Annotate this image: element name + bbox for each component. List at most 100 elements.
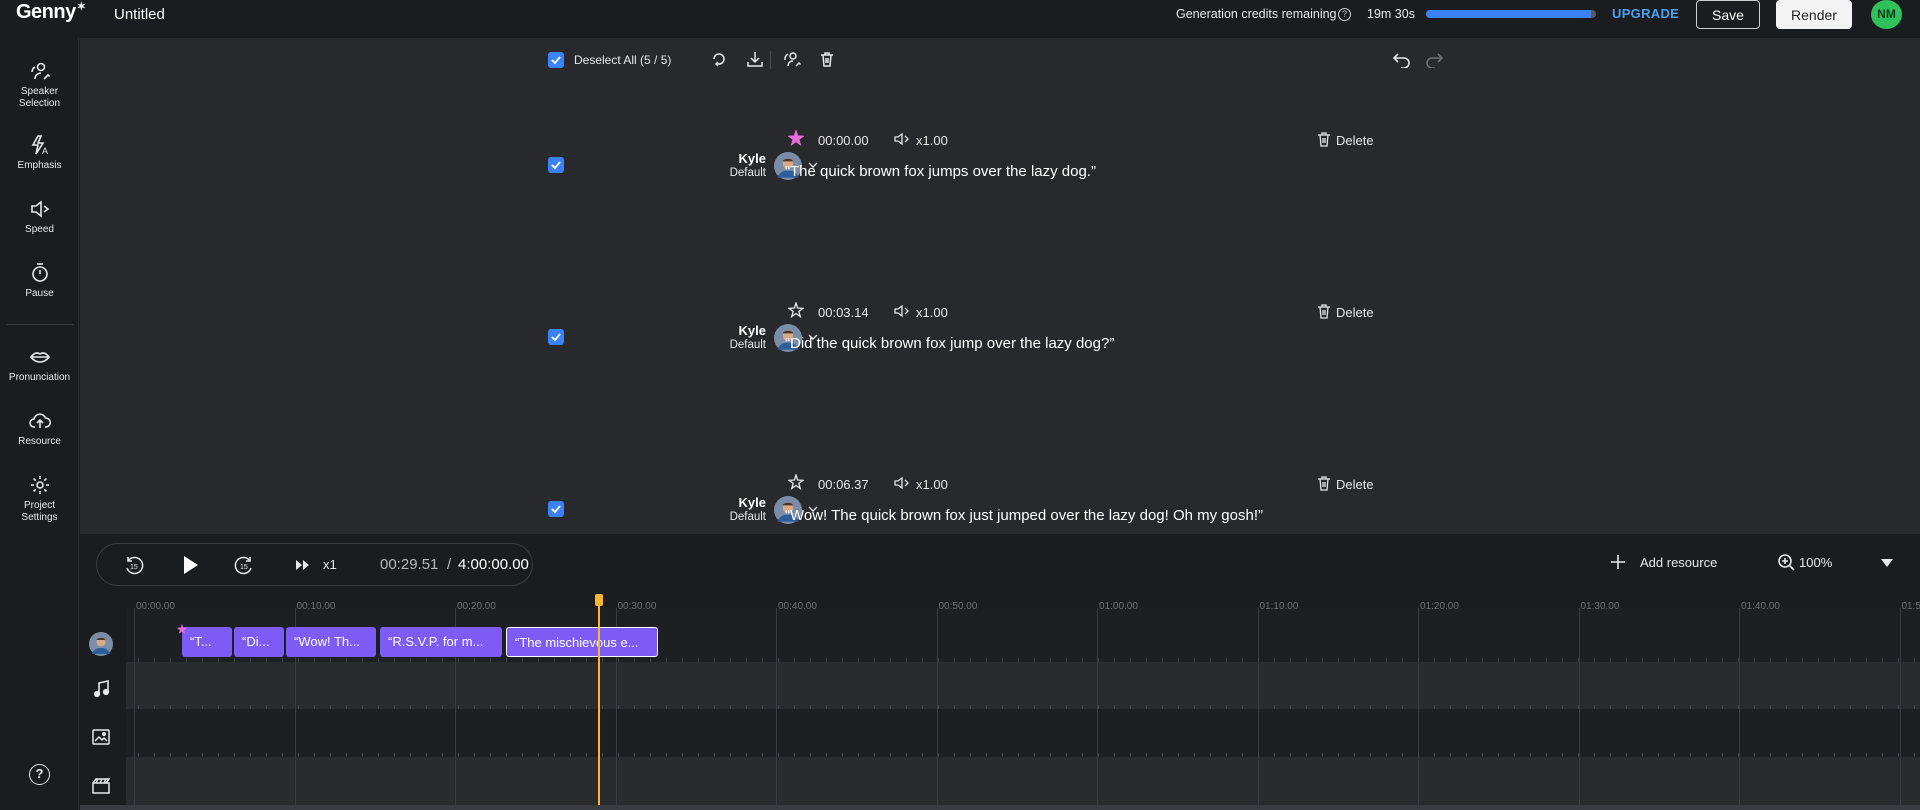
line-checkbox[interactable]	[548, 157, 564, 173]
minor-tick	[1770, 705, 1771, 709]
delete-line-button[interactable]: Delete	[1336, 305, 1374, 320]
music-note-icon[interactable]	[92, 680, 110, 698]
timeline-clip[interactable]: “Di...	[234, 627, 284, 657]
minor-tick	[1674, 705, 1675, 709]
timeline-clip[interactable]: “Wow! Th...	[286, 627, 376, 657]
upgrade-button[interactable]: UPGRADE	[1612, 6, 1679, 21]
save-button[interactable]: Save	[1696, 0, 1760, 29]
deselect-all-label[interactable]: Deselect All (5 / 5)	[574, 53, 671, 67]
speaker-style[interactable]: Default	[708, 167, 766, 179]
sidebar-item-project-settings[interactable]: Project Settings	[0, 474, 79, 524]
timeline-clip[interactable]: “The mischievous e...	[506, 627, 658, 657]
clapperboard-icon[interactable]	[92, 778, 110, 794]
user-avatar[interactable]: NM	[1871, 0, 1902, 29]
minor-tick	[666, 753, 667, 757]
horizontal-scrollbar[interactable]	[80, 805, 1920, 810]
timeline-clip[interactable]: “R.S.V.P. for m...	[380, 627, 502, 657]
minor-tick	[330, 753, 331, 757]
minor-tick	[1850, 753, 1851, 757]
trash-icon[interactable]	[818, 50, 836, 68]
speaker-name[interactable]: Kyle	[718, 495, 766, 510]
minor-tick	[170, 705, 171, 709]
speed-icon[interactable]	[894, 304, 912, 318]
minor-tick	[1082, 753, 1083, 757]
credits-value: 19m 30s	[1367, 7, 1415, 21]
help-icon[interactable]: ?	[29, 764, 50, 785]
line-checkbox[interactable]	[548, 329, 564, 345]
plus-icon[interactable]	[1610, 554, 1626, 570]
speed-icon[interactable]	[894, 132, 912, 146]
deselect-all-checkbox[interactable]	[548, 52, 564, 68]
minor-tick	[1082, 658, 1083, 662]
sidebar-item-speed[interactable]: Speed	[0, 198, 79, 236]
minor-tick	[1690, 753, 1691, 757]
line-speed[interactable]: x1.00	[916, 133, 948, 148]
minor-tick	[1738, 658, 1739, 662]
timeline-clip[interactable]: “T...	[182, 627, 232, 657]
line-start-time[interactable]: 00:06.37	[818, 477, 869, 492]
sidebar-item-pause[interactable]: Pause	[0, 262, 79, 300]
delete-line-button[interactable]: Delete	[1336, 477, 1374, 492]
change-speaker-icon[interactable]	[782, 50, 802, 68]
sidebar-item-resource[interactable]: Resource	[0, 410, 79, 448]
redo-icon[interactable]	[1424, 50, 1444, 68]
line-checkbox[interactable]	[548, 501, 564, 517]
emphasis-icon[interactable]	[788, 474, 804, 490]
minor-tick	[970, 658, 971, 662]
app-logo[interactable]: Genny✶	[16, 1, 86, 24]
minor-tick	[570, 753, 571, 757]
music-track[interactable]	[126, 662, 1920, 709]
zoom-in-icon[interactable]	[1777, 553, 1795, 571]
playback-speed[interactable]: x1	[323, 557, 337, 572]
regenerate-icon[interactable]	[710, 50, 728, 68]
render-button[interactable]: Render	[1776, 0, 1852, 29]
sidebar-item-pronunciation[interactable]: Pronunciation	[0, 346, 79, 384]
chevron-down-icon[interactable]	[1880, 558, 1894, 568]
line-text[interactable]: “The quick brown fox jumps over the lazy…	[785, 163, 1096, 180]
minor-tick	[666, 658, 667, 662]
forward-15-icon[interactable]: 15	[233, 554, 255, 576]
minor-tick	[362, 658, 363, 662]
rewind-15-icon[interactable]: 15	[123, 554, 145, 576]
play-icon[interactable]	[179, 554, 201, 576]
minor-tick	[1898, 705, 1899, 709]
minor-tick	[906, 658, 907, 662]
image-icon[interactable]	[92, 729, 110, 745]
image-track[interactable]	[126, 709, 1920, 757]
sidebar-item-emphasis[interactable]: A Emphasis	[0, 134, 79, 172]
track-area[interactable]: 00:00.00 00:10.00 00:20.00 00:30.00 00:40.00…	[126, 594, 1920, 810]
trash-icon[interactable]	[1317, 132, 1331, 147]
speaker-style[interactable]: Default	[708, 339, 766, 351]
speaker-name[interactable]: Kyle	[718, 323, 766, 338]
add-resource-button[interactable]: Add resource	[1640, 555, 1717, 570]
fast-forward-icon[interactable]	[294, 557, 312, 573]
speaker-name[interactable]: Kyle	[718, 151, 766, 166]
line-speed[interactable]: x1.00	[916, 477, 948, 492]
speed-icon[interactable]	[894, 476, 912, 490]
help-circle-icon[interactable]: ?	[1338, 8, 1351, 21]
minor-tick	[1146, 753, 1147, 757]
line-text[interactable]: “Did the quick brown fox jump over the l…	[785, 335, 1114, 352]
document-title[interactable]: Untitled	[114, 6, 165, 23]
emphasis-icon[interactable]	[788, 302, 804, 318]
delete-line-button[interactable]: Delete	[1336, 133, 1374, 148]
minor-tick	[602, 705, 603, 709]
script-scrollbar[interactable]	[1910, 82, 1920, 534]
undo-icon[interactable]	[1392, 50, 1412, 68]
trash-icon[interactable]	[1317, 304, 1331, 319]
sidebar-item-speaker-selection[interactable]: Speaker Selection	[0, 60, 79, 110]
line-start-time[interactable]: 00:00.00	[818, 133, 869, 148]
minor-tick	[1114, 705, 1115, 709]
line-start-time[interactable]: 00:03.14	[818, 305, 869, 320]
minor-tick	[1194, 658, 1195, 662]
voice-track-avatar[interactable]	[89, 632, 113, 656]
zoom-level[interactable]: 100%	[1799, 555, 1832, 570]
emphasis-icon[interactable]	[788, 130, 804, 146]
download-icon[interactable]	[746, 50, 764, 68]
line-text[interactable]: “Wow! The quick brown fox just jumped ov…	[785, 507, 1263, 524]
video-track[interactable]	[126, 757, 1920, 810]
trash-icon[interactable]	[1317, 476, 1331, 491]
speaker-style[interactable]: Default	[708, 511, 766, 523]
playhead[interactable]	[598, 594, 600, 810]
line-speed[interactable]: x1.00	[916, 305, 948, 320]
